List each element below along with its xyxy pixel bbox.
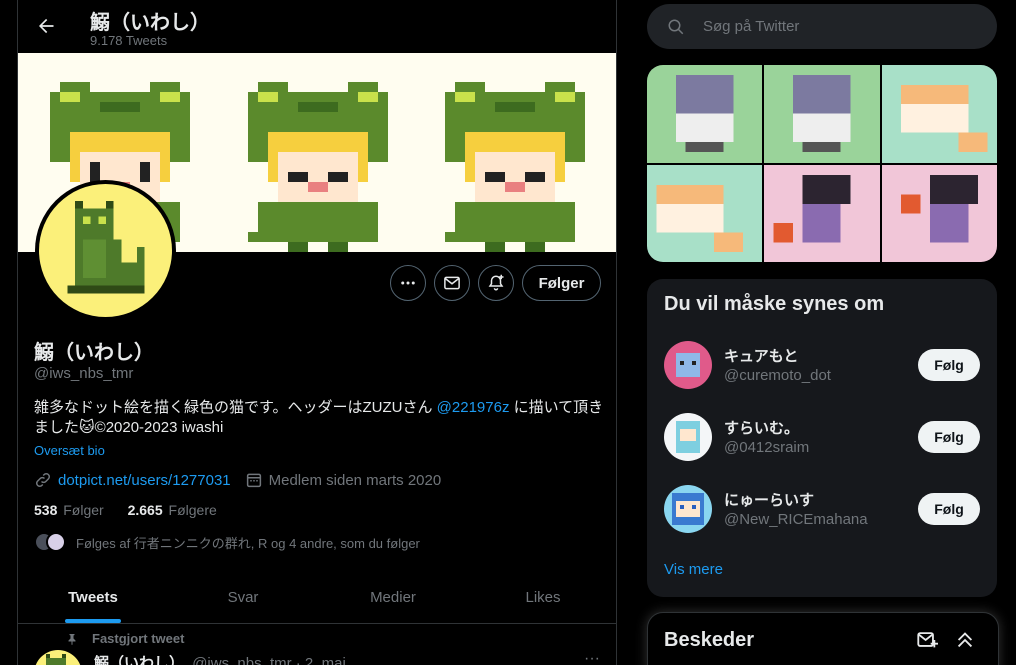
followers-link[interactable]: 2.665 Følgere (128, 502, 217, 518)
header-name: 鰯（いわし） (90, 12, 210, 34)
pixel-art-image (900, 174, 978, 242)
suggestion-row[interactable]: すらいむ。 @0412sraim Følg (647, 401, 997, 473)
girl-avatar-icon (676, 421, 700, 453)
follower-avatar (46, 532, 66, 552)
followers-count: 2.665 (127, 502, 163, 518)
pixel-art-image (773, 174, 851, 242)
calendar-icon (246, 473, 261, 488)
tab-tweets[interactable]: Tweets (18, 571, 168, 623)
suggestion-avatar (664, 485, 712, 533)
green-cat-avatar-icon (46, 654, 66, 665)
bio-mention-link[interactable]: @221976z (437, 399, 510, 416)
website-item: dotpict.net/users/1277031 (34, 471, 231, 489)
following-count: 538 (34, 502, 58, 518)
profile-media-grid (647, 65, 997, 262)
pixel-art-image (675, 75, 734, 152)
profile-handle: @iws_nbs_tmr (34, 365, 134, 382)
tweet-header: 鰯（いわし） @iws_nbs_tmr · 2. maj (94, 652, 346, 665)
profile-header-bar: 鰯（いわし） 9.178 Tweets (18, 0, 616, 53)
tweet-author-avatar[interactable] (34, 650, 82, 665)
profile-bio: 雑多なドット絵を描く緑色の猫です。ヘッダーはZUZUさん @221976z に描… (34, 398, 609, 438)
notifications-button[interactable] (478, 265, 514, 301)
profile-tabs: Tweets Svar Medier Likes (18, 571, 616, 624)
following-link[interactable]: 538 Følger (34, 502, 104, 518)
show-more-link[interactable]: Vis mere (664, 561, 723, 578)
profile-name: 鰯（いわし） (34, 342, 154, 364)
followed-by-text: Følges af 行者ニンニクの群れ, R og 4 andre, som d… (76, 535, 420, 551)
suggestion-name: すらいむ。 (724, 420, 800, 437)
tab-replies[interactable]: Svar (168, 571, 318, 623)
messages-drawer[interactable]: Beskeder (647, 612, 999, 665)
follow-button[interactable]: Følg (918, 493, 980, 525)
arrow-left-icon (39, 18, 54, 34)
tweet-author-meta: @iws_nbs_tmr · 2. maj (192, 655, 346, 665)
profile-column: 鰯（いわし） 9.178 Tweets Følger 鰯（いわし） @iws_n… (17, 0, 617, 665)
suggestion-name: キュアもと (724, 348, 799, 365)
bio-text: 雑多なドット絵を描く緑色の猫です。ヘッダーはZUZUさん (34, 399, 437, 416)
suggestion-handle: @curemoto_dot (724, 367, 831, 384)
translate-bio-link[interactable]: Oversæt bio (34, 443, 105, 458)
chevron-up-double-icon[interactable] (954, 629, 976, 651)
pinned-indicator: Fastgjort tweet (66, 631, 184, 646)
suggestion-name: にゅーらいす (724, 492, 815, 509)
media-thumbnail[interactable] (647, 65, 763, 163)
search-input[interactable] (703, 18, 963, 35)
follow-button[interactable]: Følg (918, 421, 980, 453)
pixel-art-image (900, 84, 988, 152)
following-button[interactable]: Følger (522, 265, 601, 301)
media-thumbnail[interactable] (764, 65, 880, 163)
new-message-icon[interactable] (916, 629, 938, 651)
who-to-follow-title: Du vil måske synes om (664, 293, 885, 315)
pixel-art-image (656, 184, 743, 252)
more-horizontal-icon (401, 281, 415, 285)
more-options-button[interactable] (390, 265, 426, 301)
search-icon (668, 19, 684, 34)
who-to-follow-panel: Du vil måske synes om キュアもと @curemoto_do… (647, 279, 997, 597)
follow-counts: 538 Følger 2.665 Følgere (34, 502, 217, 518)
website-link[interactable]: dotpict.net/users/1277031 (58, 472, 231, 489)
girl-avatar-icon (672, 493, 704, 525)
back-button[interactable] (30, 10, 62, 42)
suggestion-avatar (664, 413, 712, 461)
search-bar[interactable] (647, 4, 997, 49)
joined-item: Medlem siden marts 2020 (245, 471, 442, 489)
green-cat-avatar-icon (67, 200, 144, 293)
suggestion-handle: @0412sraim (724, 439, 810, 456)
tweet-author-name[interactable]: 鰯（いわし） (94, 655, 184, 665)
header-tweet-count: 9.178 Tweets (90, 33, 168, 48)
pixel-art-image (793, 75, 851, 152)
banner-pixel-character (248, 82, 388, 252)
followers-label: Følgere (168, 502, 217, 518)
envelope-icon (444, 276, 460, 290)
media-thumbnail[interactable] (881, 164, 997, 262)
bell-plus-icon (488, 274, 504, 291)
ghost-avatar-icon (676, 353, 700, 377)
profile-meta: dotpict.net/users/1277031 Medlem siden m… (34, 471, 455, 489)
pinned-label: Fastgjort tweet (92, 631, 185, 646)
banner-pixel-character (445, 82, 585, 252)
tab-likes[interactable]: Likes (468, 571, 616, 623)
media-thumbnail[interactable] (647, 164, 763, 262)
messages-title: Beskeder (664, 629, 755, 651)
link-icon (35, 472, 51, 488)
pin-icon (68, 633, 76, 645)
profile-avatar[interactable] (35, 180, 176, 321)
suggestion-row[interactable]: にゅーらいす @New_RICEmahana Følg (647, 473, 997, 545)
followed-by-row[interactable]: Følges af 行者ニンニクの群れ, R og 4 andre, som d… (34, 532, 420, 552)
media-thumbnail[interactable] (881, 65, 997, 163)
joined-date: Medlem siden marts 2020 (268, 471, 442, 489)
avatar-image (39, 184, 172, 317)
suggestion-handle: @New_RICEmahana (724, 511, 868, 528)
media-thumbnail[interactable] (764, 164, 880, 262)
tab-media[interactable]: Medier (318, 571, 468, 623)
tweet-more-button[interactable]: ··· (584, 650, 600, 665)
follow-button[interactable]: Følg (918, 349, 980, 381)
message-button[interactable] (434, 265, 470, 301)
suggestion-row[interactable]: キュアもと @curemoto_dot Følg (647, 329, 997, 401)
suggestion-avatar (664, 341, 712, 389)
following-label: Følger (63, 502, 104, 518)
